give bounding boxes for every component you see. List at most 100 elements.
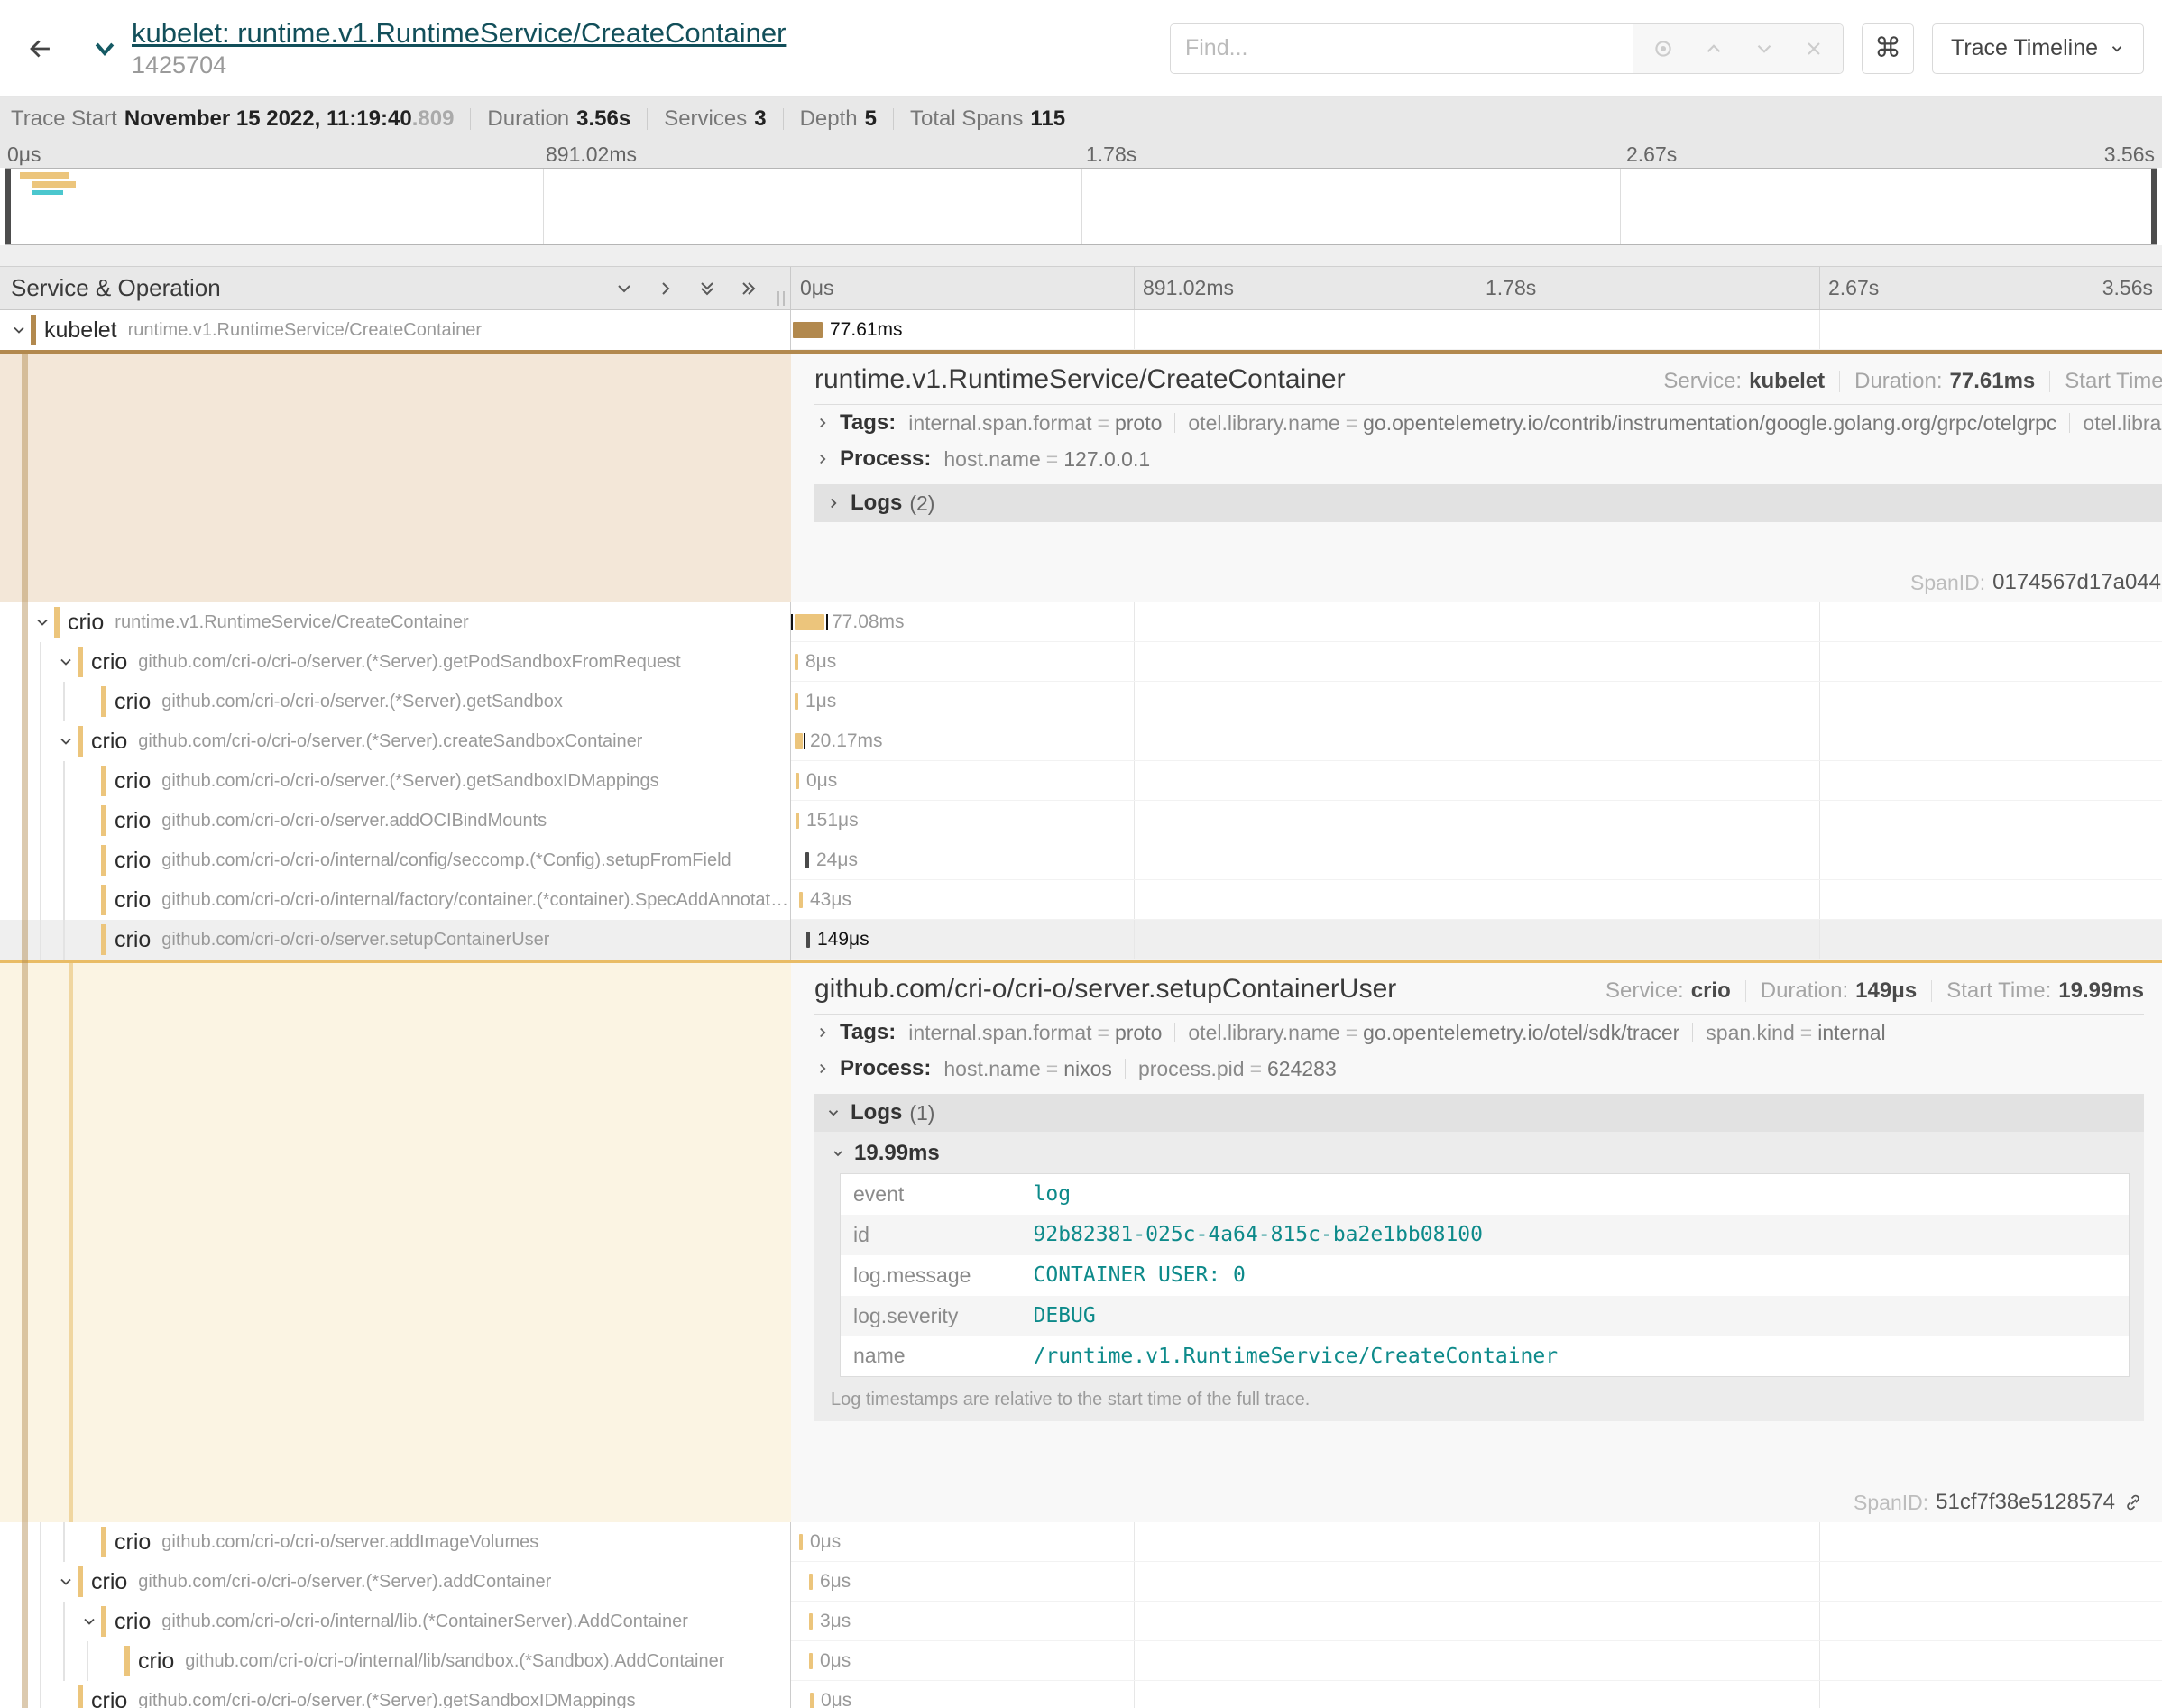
span-name-cell[interactable]: criogithub.com/cri-o/cri-o/server.(*Serv… [0, 1562, 791, 1602]
minimap-left-scrubber[interactable] [5, 169, 11, 244]
span-timeline-cell[interactable]: 77.61ms [791, 310, 2162, 350]
trace-header-collapse-toggle[interactable] [81, 35, 128, 62]
span-row[interactable]: criogithub.com/cri-o/cri-o/server.(*Serv… [0, 1562, 2162, 1602]
span-row[interactable]: criogithub.com/cri-o/cri-o/internal/lib/… [0, 1641, 2162, 1681]
span-name-cell[interactable]: criogithub.com/cri-o/cri-o/server.setupC… [0, 920, 791, 960]
row-collapse-icon[interactable] [31, 613, 54, 631]
span-timeline-cell[interactable]: 43μs [791, 880, 2162, 920]
row-collapse-icon[interactable] [54, 653, 78, 671]
span-row[interactable]: criogithub.com/cri-o/cri-o/internal/lib.… [0, 1602, 2162, 1641]
view-selector-button[interactable]: Trace Timeline [1932, 23, 2144, 74]
logs-accordion[interactable]: Logs (2) [814, 484, 2162, 522]
find-input[interactable] [1171, 24, 1633, 73]
prev-result-icon[interactable] [1702, 37, 1725, 60]
service-name: crio [91, 1688, 127, 1708]
trace-minimap[interactable] [5, 168, 2157, 245]
minimap-right-scrubber[interactable] [2151, 169, 2157, 244]
row-collapse-icon[interactable] [54, 1573, 78, 1591]
span-name-cell[interactable]: criogithub.com/cri-o/cri-o/server.addOCI… [0, 801, 791, 840]
span-name-cell[interactable]: kubeletruntime.v1.RuntimeService/CreateC… [0, 310, 791, 350]
collapse-one-icon[interactable] [613, 278, 635, 299]
process-accordion[interactable]: Process: host.name=127.0.0.1 [814, 441, 2162, 477]
row-collapse-icon[interactable] [78, 1612, 101, 1630]
span-row[interactable]: criogithub.com/cri-o/cri-o/server.setupC… [0, 920, 2162, 960]
span-timeline-cell[interactable]: 149μs [791, 920, 2162, 960]
column-resize-grip[interactable] [777, 291, 785, 306]
span-name-cell[interactable]: criogithub.com/cri-o/cri-o/internal/lib/… [0, 1641, 791, 1681]
span-name-cell[interactable]: criogithub.com/cri-o/cri-o/server.(*Serv… [0, 642, 791, 682]
span-row[interactable]: criogithub.com/cri-o/cri-o/internal/fact… [0, 880, 2162, 920]
span-duration-bar[interactable] [805, 852, 809, 868]
tag-key-value: otel.library.v… [2083, 411, 2162, 436]
span-name-cell[interactable]: criogithub.com/cri-o/cri-o/server.(*Serv… [0, 761, 791, 801]
span-duration-bar[interactable] [795, 654, 798, 670]
span-duration-bar[interactable] [795, 614, 824, 630]
span-name-cell[interactable]: crioruntime.v1.RuntimeService/CreateCont… [0, 602, 791, 642]
logs-count: (2) [909, 491, 934, 516]
process-accordion[interactable]: Process: host.name=nixosprocess.pid=6242… [814, 1051, 2144, 1087]
span-timeline-cell[interactable]: 1μs [791, 682, 2162, 721]
span-duration-bar[interactable] [809, 1653, 813, 1669]
span-row[interactable]: crio github.com/cri-o/cri-o/server.(*Serv… [0, 1681, 2162, 1708]
span-timeline-cell[interactable]: 77.08ms [791, 602, 2162, 642]
span-name-cell[interactable]: criogithub.com/cri-o/cri-o/internal/lib.… [0, 1602, 791, 1641]
chevron-right-icon [814, 1024, 831, 1041]
span-timeline-cell[interactable]: 20.17ms [791, 721, 2162, 761]
span-row[interactable]: criogithub.com/cri-o/cri-o/server.addOCI… [0, 801, 2162, 840]
span-duration-bar[interactable] [795, 693, 798, 710]
tags-accordion[interactable]: Tags: internal.span.format=protootel.lib… [814, 1015, 2144, 1051]
logs-accordion[interactable]: Logs (1) [814, 1094, 2144, 1132]
span-duration-bar[interactable] [806, 932, 810, 948]
span-timeline-cell[interactable]: 24μs [791, 840, 2162, 880]
row-collapse-icon[interactable] [54, 732, 78, 750]
span-row[interactable]: criogithub.com/cri-o/cri-o/server.addIma… [0, 1522, 2162, 1562]
span-timeline-cell[interactable]: 0μs [791, 1641, 2162, 1681]
back-button[interactable] [0, 0, 81, 96]
locate-icon[interactable] [1651, 37, 1675, 60]
span-duration-bar[interactable] [799, 892, 803, 908]
keyboard-shortcuts-button[interactable]: ⌘ [1862, 23, 1914, 74]
span-row[interactable]: crioruntime.v1.RuntimeService/CreateCont… [0, 602, 2162, 642]
span-row[interactable]: kubeletruntime.v1.RuntimeService/CreateC… [0, 310, 2162, 350]
span-name-cell[interactable]: criogithub.com/cri-o/cri-o/internal/fact… [0, 880, 791, 920]
span-timeline-cell[interactable]: 6μs [791, 1562, 2162, 1602]
span-name-cell[interactable]: criogithub.com/cri-o/cri-o/server.(*Serv… [0, 721, 791, 761]
span-duration-bar[interactable] [799, 1534, 803, 1550]
span-timeline-cell[interactable]: 3μs [791, 1602, 2162, 1641]
span-row[interactable]: criogithub.com/cri-o/cri-o/server.(*Serv… [0, 642, 2162, 682]
span-name-cell[interactable]: crio github.com/cri-o/cri-o/server.(*Serv… [0, 1681, 791, 1708]
span-row[interactable]: criogithub.com/cri-o/cri-o/server.(*Serv… [0, 761, 2162, 801]
span-duration-bar[interactable] [796, 773, 799, 789]
span-row[interactable]: criogithub.com/cri-o/cri-o/server.(*Serv… [0, 682, 2162, 721]
span-duration-bar[interactable] [795, 733, 803, 749]
tags-accordion[interactable]: Tags: internal.span.format=protootel.lib… [814, 405, 2162, 441]
deep-link-icon[interactable] [2122, 1492, 2144, 1513]
span-duration-bar[interactable] [810, 1693, 814, 1708]
span-row[interactable]: criogithub.com/cri-o/cri-o/server.(*Serv… [0, 721, 2162, 761]
span-timeline-cell[interactable]: 151μs [791, 801, 2162, 840]
span-name-cell[interactable]: criogithub.com/cri-o/cri-o/server.addIma… [0, 1522, 791, 1562]
span-row[interactable]: criogithub.com/cri-o/cri-o/internal/conf… [0, 840, 2162, 880]
indent-guide [63, 840, 65, 880]
span-timeline-cell[interactable]: 0μs [791, 1522, 2162, 1562]
span-duration-bar[interactable] [796, 813, 799, 829]
operation-name: github.com/cri-o/cri-o/server.(*Server).… [138, 1691, 635, 1708]
span-duration-bar[interactable] [809, 1574, 813, 1590]
next-result-icon[interactable] [1753, 37, 1776, 60]
log-field-value: CONTAINER USER: 0 [1021, 1255, 2130, 1296]
span-name-cell[interactable]: criogithub.com/cri-o/cri-o/server.(*Serv… [0, 682, 791, 721]
span-timeline-cell[interactable]: 0μs [791, 761, 2162, 801]
log-entry-accordion[interactable]: 19.99ms [818, 1134, 2135, 1173]
trace-title-link[interactable]: kubelet: runtime.v1.RuntimeService/Creat… [132, 17, 786, 50]
span-duration-bar[interactable] [793, 322, 823, 338]
expand-all-icon[interactable] [738, 278, 759, 299]
span-timeline-cell[interactable]: 0μs [791, 1681, 2162, 1708]
span-name-cell[interactable]: criogithub.com/cri-o/cri-o/internal/conf… [0, 840, 791, 880]
row-collapse-icon[interactable] [7, 321, 31, 339]
expand-one-icon[interactable] [655, 278, 676, 299]
clear-search-icon[interactable] [1803, 38, 1825, 60]
indent-guide [63, 1641, 65, 1681]
span-timeline-cell[interactable]: 8μs [791, 642, 2162, 682]
span-duration-bar[interactable] [809, 1613, 813, 1630]
collapse-all-icon[interactable] [696, 278, 718, 299]
